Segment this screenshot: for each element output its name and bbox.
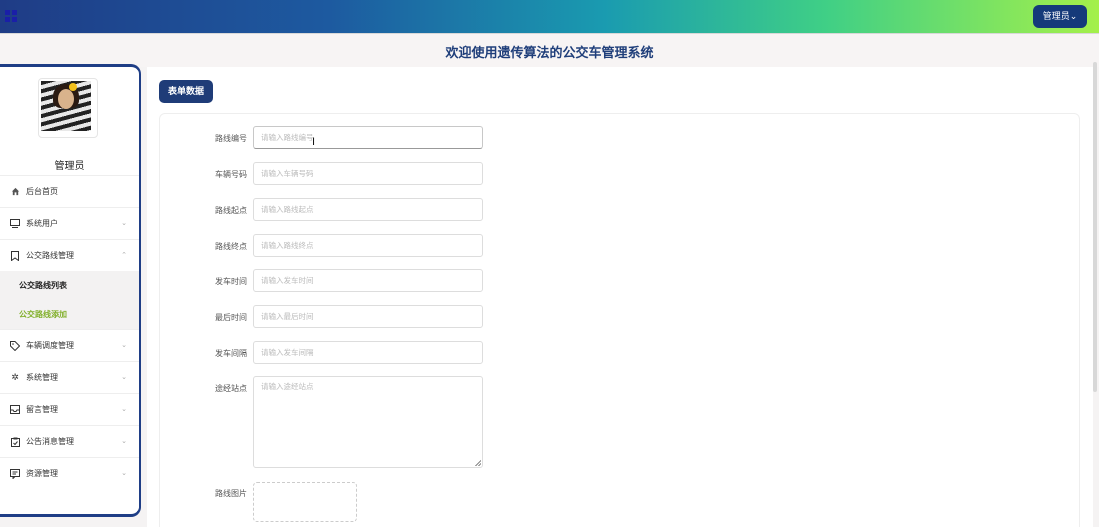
gear-icon: ✲ — [11, 372, 19, 382]
clipboard-icon — [10, 437, 20, 447]
main-content: 表单数据 路线编号 请输入路线编号 I 车辆号码 请输入车辆号码 路线起点 请输… — [147, 67, 1093, 527]
route-form: 路线编号 请输入路线编号 I 车辆号码 请输入车辆号码 路线起点 请输入路线起点… — [159, 113, 1080, 527]
text-cursor-icon: I — [312, 136, 316, 148]
sidebar-item-announcements[interactable]: 公告消息管理 ⌄ — [0, 425, 139, 457]
sidebar-item-label: 后台首页 — [26, 187, 58, 196]
field-label-route-image: 路线图片 — [215, 489, 247, 498]
chevron-down-icon: ⌄ — [121, 220, 127, 227]
field-label-route-end: 路线终点 — [215, 242, 247, 251]
chevron-up-icon: ⌃ — [121, 252, 127, 259]
admin-dropdown-button[interactable]: 管理员⌄ — [1033, 5, 1087, 28]
sidebar-item-bus-routes[interactable]: 公交路线管理 ⌃ — [0, 239, 139, 271]
field-label-via-stations: 途经站点 — [215, 384, 247, 393]
chevron-down-icon: ⌄ — [121, 406, 127, 413]
menu-grid-icon[interactable] — [5, 10, 18, 23]
resize-handle-icon[interactable] — [475, 460, 481, 466]
sidebar-menu: 后台首页 系统用户 ⌄ 公交路线管理 ⌃ 公交路线列表 公交路线添加 车辆调度管… — [0, 175, 139, 489]
field-label-departure-interval: 发车间隔 — [215, 349, 247, 358]
tab-form-data[interactable]: 表单数据 — [159, 80, 213, 103]
sidebar-item-label: 车辆调度管理 — [26, 341, 74, 350]
inbox-icon — [10, 405, 20, 415]
sidebar-item-label: 公交路线管理 — [26, 251, 74, 260]
chevron-down-icon: ⌄ — [121, 342, 127, 349]
top-bar: 管理员⌄ — [0, 0, 1099, 33]
monitor-icon — [10, 219, 20, 229]
sidebar-item-messages[interactable]: 留言管理 ⌄ — [0, 393, 139, 425]
sidebar-item-label: 系统用户 — [26, 219, 58, 228]
sidebar-item-label: 系统管理 — [26, 373, 58, 382]
field-label-route-number: 路线编号 — [215, 134, 247, 143]
chevron-down-icon: ⌄ — [121, 438, 127, 445]
chevron-down-icon: ⌄ — [121, 470, 127, 477]
sidebar-subitem-route-list[interactable]: 公交路线列表 — [0, 271, 139, 300]
sidebar-item-label: 公告消息管理 — [26, 437, 74, 446]
vehicle-number-input[interactable]: 请输入车辆号码 — [253, 162, 483, 185]
route-number-input[interactable]: 请输入路线编号 I — [253, 126, 483, 149]
page-scrollbar[interactable] — [1093, 62, 1097, 392]
sidebar-item-system-management[interactable]: ✲ 系统管理 ⌄ — [0, 361, 139, 393]
sidebar-item-resources[interactable]: 资源管理 ⌄ — [0, 457, 139, 489]
field-label-vehicle-number: 车辆号码 — [215, 170, 247, 179]
username-label: 管理员 — [54, 161, 85, 172]
field-label-route-start: 路线起点 — [215, 206, 247, 215]
field-label-last-time: 最后时间 — [215, 313, 247, 322]
bookmark-icon — [10, 250, 20, 261]
route-start-input[interactable]: 请输入路线起点 — [253, 198, 483, 221]
last-time-input[interactable]: 请输入最后时间 — [253, 305, 483, 328]
route-image-upload[interactable] — [253, 482, 357, 522]
departure-time-input[interactable]: 请输入发车时间 — [253, 269, 483, 292]
sidebar-item-label: 留言管理 — [26, 405, 58, 414]
sidebar-item-home[interactable]: 后台首页 — [0, 175, 139, 207]
via-stations-textarea[interactable]: 请输入途经站点 — [253, 376, 483, 468]
departure-interval-input[interactable]: 请输入发车间隔 — [253, 341, 483, 364]
avatar-image — [41, 81, 91, 131]
avatar — [38, 78, 98, 138]
sidebar-item-label: 资源管理 — [26, 469, 58, 478]
route-end-input[interactable]: 请输入路线终点 — [253, 234, 483, 257]
tag-icon — [10, 340, 20, 351]
sidebar-subitem-route-add[interactable]: 公交路线添加 — [0, 300, 139, 329]
page-title: 欢迎使用遗传算法的公交车管理系统 — [445, 45, 654, 60]
sidebar-item-system-users[interactable]: 系统用户 ⌄ — [0, 207, 139, 239]
home-icon — [10, 187, 20, 197]
sidebar: 管理员 后台首页 系统用户 ⌄ 公交路线管理 ⌃ 公交路线列表 公交路线添加 车… — [0, 64, 141, 517]
title-bar: 欢迎使用遗传算法的公交车管理系统 — [0, 33, 1099, 67]
chat-icon — [10, 468, 20, 479]
field-label-departure-time: 发车时间 — [215, 277, 247, 286]
sidebar-item-vehicle-dispatch[interactable]: 车辆调度管理 ⌄ — [0, 329, 139, 361]
chevron-down-icon: ⌄ — [121, 374, 127, 381]
